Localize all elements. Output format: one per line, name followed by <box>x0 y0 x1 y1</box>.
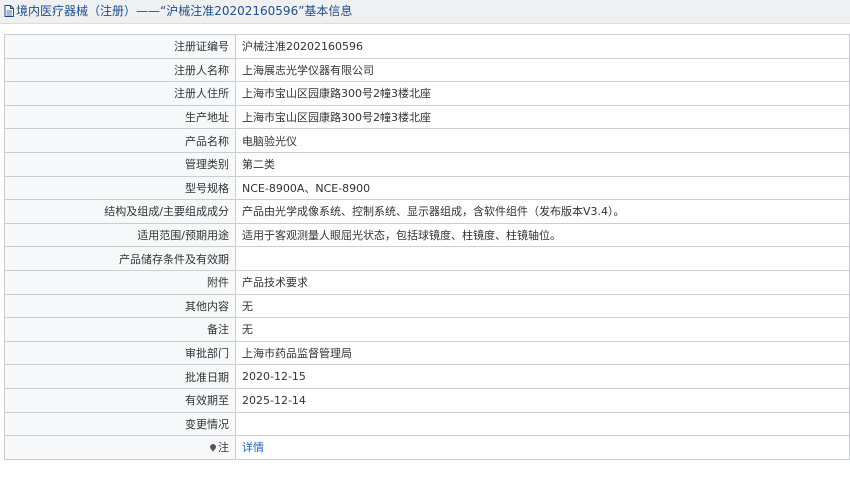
table-row: 注册人住所 上海市宝山区园康路300号2幢3楼北座 <box>4 81 850 106</box>
row-label: 其他内容 <box>4 293 236 319</box>
table-row: 管理类别 第二类 <box>4 151 850 177</box>
row-value: 上海展志光学仪器有限公司 <box>235 57 850 83</box>
row-value: 上海市宝山区园康路300号2幢3楼北座 <box>235 81 850 106</box>
table-row: 型号规格 NCE-8900A、NCE-8900 <box>4 175 850 201</box>
row-value: NCE-8900A、NCE-8900 <box>235 175 850 201</box>
row-label: 变更情况 <box>4 411 236 437</box>
row-value: 产品由光学成像系统、控制系统、显示器组成，含软件组件（发布版本V3.4）。 <box>235 199 850 224</box>
table-row: 注册证编号 沪械注准20202160596 <box>4 34 850 59</box>
row-label: 适用范围/预期用途 <box>4 222 236 248</box>
row-value <box>235 246 850 271</box>
row-value: 电脑验光仪 <box>235 128 850 153</box>
info-table: 注册证编号 沪械注准20202160596 注册人名称 上海展志光学仪器有限公司… <box>4 34 850 460</box>
row-label: 结构及组成/主要组成成分 <box>4 199 236 224</box>
row-label: 生产地址 <box>4 104 236 130</box>
table-row: 有效期至 2025-12-14 <box>4 387 850 413</box>
row-label: 批准日期 <box>4 364 236 389</box>
row-label: 注册人名称 <box>4 57 236 83</box>
row-label: 备注 <box>4 317 236 342</box>
note-label-cell: 注 <box>4 435 236 460</box>
row-label: 管理类别 <box>4 151 236 177</box>
row-label: 有效期至 <box>4 387 236 413</box>
row-label: 审批部门 <box>4 340 236 366</box>
row-value: 适用于客观测量人眼屈光状态，包括球镜度、柱镜度、柱镜轴位。 <box>235 222 850 248</box>
row-label: 注册人住所 <box>4 81 236 106</box>
table-row: 附件 产品技术要求 <box>4 269 850 295</box>
note-label: 注 <box>218 441 229 455</box>
table-row: 其他内容 无 <box>4 293 850 319</box>
row-value: 第二类 <box>235 151 850 177</box>
row-label: 附件 <box>4 269 236 295</box>
row-value: 2020-12-15 <box>235 364 850 389</box>
row-value: 上海市药品监督管理局 <box>235 340 850 366</box>
row-value: 无 <box>235 317 850 342</box>
details-link[interactable]: 详情 <box>242 441 264 454</box>
note-value-cell: 详情 <box>235 435 850 460</box>
table-row: 适用范围/预期用途 适用于客观测量人眼屈光状态，包括球镜度、柱镜度、柱镜轴位。 <box>4 222 850 248</box>
page-header: 境内医疗器械（注册）——“沪械注准20202160596”基本信息 <box>0 0 850 24</box>
note-row: 注 详情 <box>4 435 850 460</box>
table-row: 结构及组成/主要组成成分 产品由光学成像系统、控制系统、显示器组成，含软件组件（… <box>4 199 850 224</box>
row-value: 2025-12-14 <box>235 387 850 413</box>
pin-icon <box>210 444 216 453</box>
row-value: 无 <box>235 293 850 319</box>
table-row: 注册人名称 上海展志光学仪器有限公司 <box>4 57 850 83</box>
document-icon <box>4 5 14 17</box>
row-value: 上海市宝山区园康路300号2幢3楼北座 <box>235 104 850 130</box>
table-row: 审批部门 上海市药品监督管理局 <box>4 340 850 366</box>
page-title: 境内医疗器械（注册）——“沪械注准20202160596”基本信息 <box>16 4 353 18</box>
row-label: 产品名称 <box>4 128 236 153</box>
row-value: 产品技术要求 <box>235 269 850 295</box>
row-value <box>235 411 850 437</box>
row-label: 产品储存条件及有效期 <box>4 246 236 271</box>
row-value: 沪械注准20202160596 <box>235 34 850 59</box>
table-row: 产品储存条件及有效期 <box>4 246 850 271</box>
table-row: 批准日期 2020-12-15 <box>4 364 850 389</box>
row-label: 型号规格 <box>4 175 236 201</box>
table-row: 变更情况 <box>4 411 850 437</box>
table-row: 生产地址 上海市宝山区园康路300号2幢3楼北座 <box>4 104 850 130</box>
table-row: 产品名称 电脑验光仪 <box>4 128 850 153</box>
table-row: 备注 无 <box>4 317 850 342</box>
row-label: 注册证编号 <box>4 34 236 59</box>
